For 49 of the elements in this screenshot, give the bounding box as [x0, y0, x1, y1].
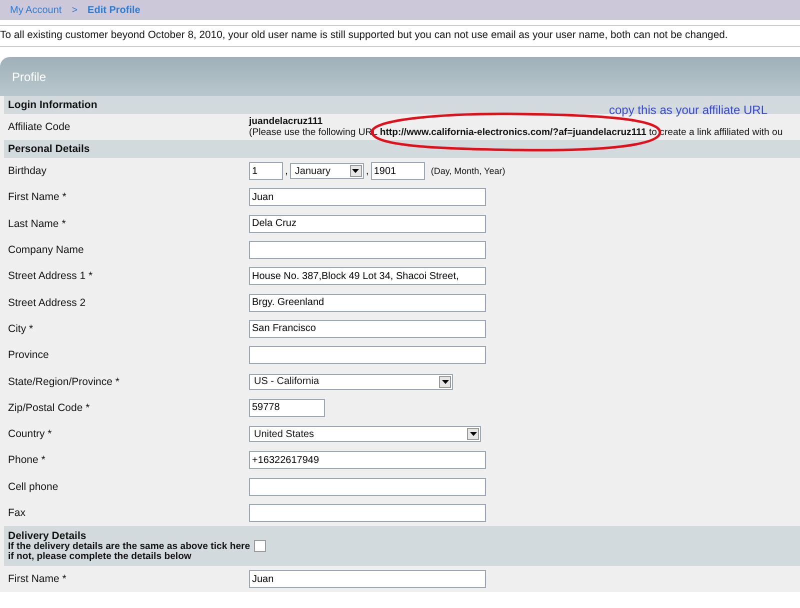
section-title: Delivery Details — [8, 530, 86, 542]
input-field[interactable] — [249, 346, 486, 364]
field-label: Cell phone — [8, 480, 60, 493]
input-field[interactable] — [249, 504, 486, 522]
caret-icon — [442, 380, 448, 384]
section-title: Personal Details — [8, 143, 90, 155]
dropdown[interactable]: US - California — [249, 374, 453, 390]
input-field[interactable]: Juan — [249, 570, 486, 588]
field-label: Street Address 1 * — [8, 270, 94, 282]
month-dropdown[interactable]: January — [290, 163, 364, 180]
annotation-note: copy this as your affiliate URL — [609, 103, 768, 117]
year-field[interactable]: 1901 — [370, 162, 425, 180]
input-field[interactable]: Dela Cruz — [249, 214, 486, 233]
caret-icon — [352, 169, 360, 174]
field-label: Affiliate Code — [8, 121, 72, 133]
field-label: Street Address 2 — [8, 296, 87, 309]
input-field[interactable] — [249, 478, 486, 496]
field-label: First Name * — [8, 191, 68, 204]
date-format-hint: (Day, Month, Year) — [430, 166, 506, 176]
field-label: Fax — [8, 507, 27, 519]
comma: , — [285, 165, 288, 178]
field-label: Province — [8, 349, 50, 362]
field-label: Zip/Postal Code * — [8, 402, 91, 414]
field-label: Birthday — [8, 165, 48, 178]
field-label: Last Name * — [8, 218, 67, 230]
field-label: First Name * — [8, 573, 68, 586]
field-label: Phone * — [8, 454, 46, 466]
input-field[interactable]: 59778 — [249, 398, 325, 417]
day-field[interactable]: 1 — [249, 162, 283, 180]
section-title: Login Information — [8, 99, 98, 111]
checkbox[interactable] — [254, 540, 266, 552]
input-field[interactable] — [249, 241, 486, 260]
caret-icon — [470, 432, 476, 436]
affiliate-code: juandelacruz111 — [249, 116, 324, 127]
comma: , — [366, 165, 369, 178]
input-field[interactable]: House No. 387,Block 49 Lot 34, Shacoi Street, — [249, 267, 486, 286]
checkbox-label: If the delivery details are the same as above tick here if not, please complete the details below — [8, 542, 250, 562]
dropdown[interactable]: United States — [249, 426, 481, 442]
field-label: Country * — [8, 428, 53, 440]
field-label: City * — [8, 322, 34, 335]
notice-text: To all existing customer beyond October 8, 2010, your old user name is still supported but you can not use email as your user name, both can not be changed. — [0, 25, 800, 47]
field-label: State/Region/Province * — [8, 376, 120, 388]
breadcrumb-separator: > — [72, 4, 78, 16]
input-field[interactable]: San Francisco — [249, 320, 486, 338]
field-label: Company Name — [8, 244, 85, 256]
panel-title: Profile — [12, 70, 46, 84]
input-field[interactable]: Juan — [249, 188, 486, 206]
input-field[interactable]: +16322617949 — [249, 451, 486, 470]
input-field[interactable]: Brgy. Greenland — [249, 294, 486, 312]
